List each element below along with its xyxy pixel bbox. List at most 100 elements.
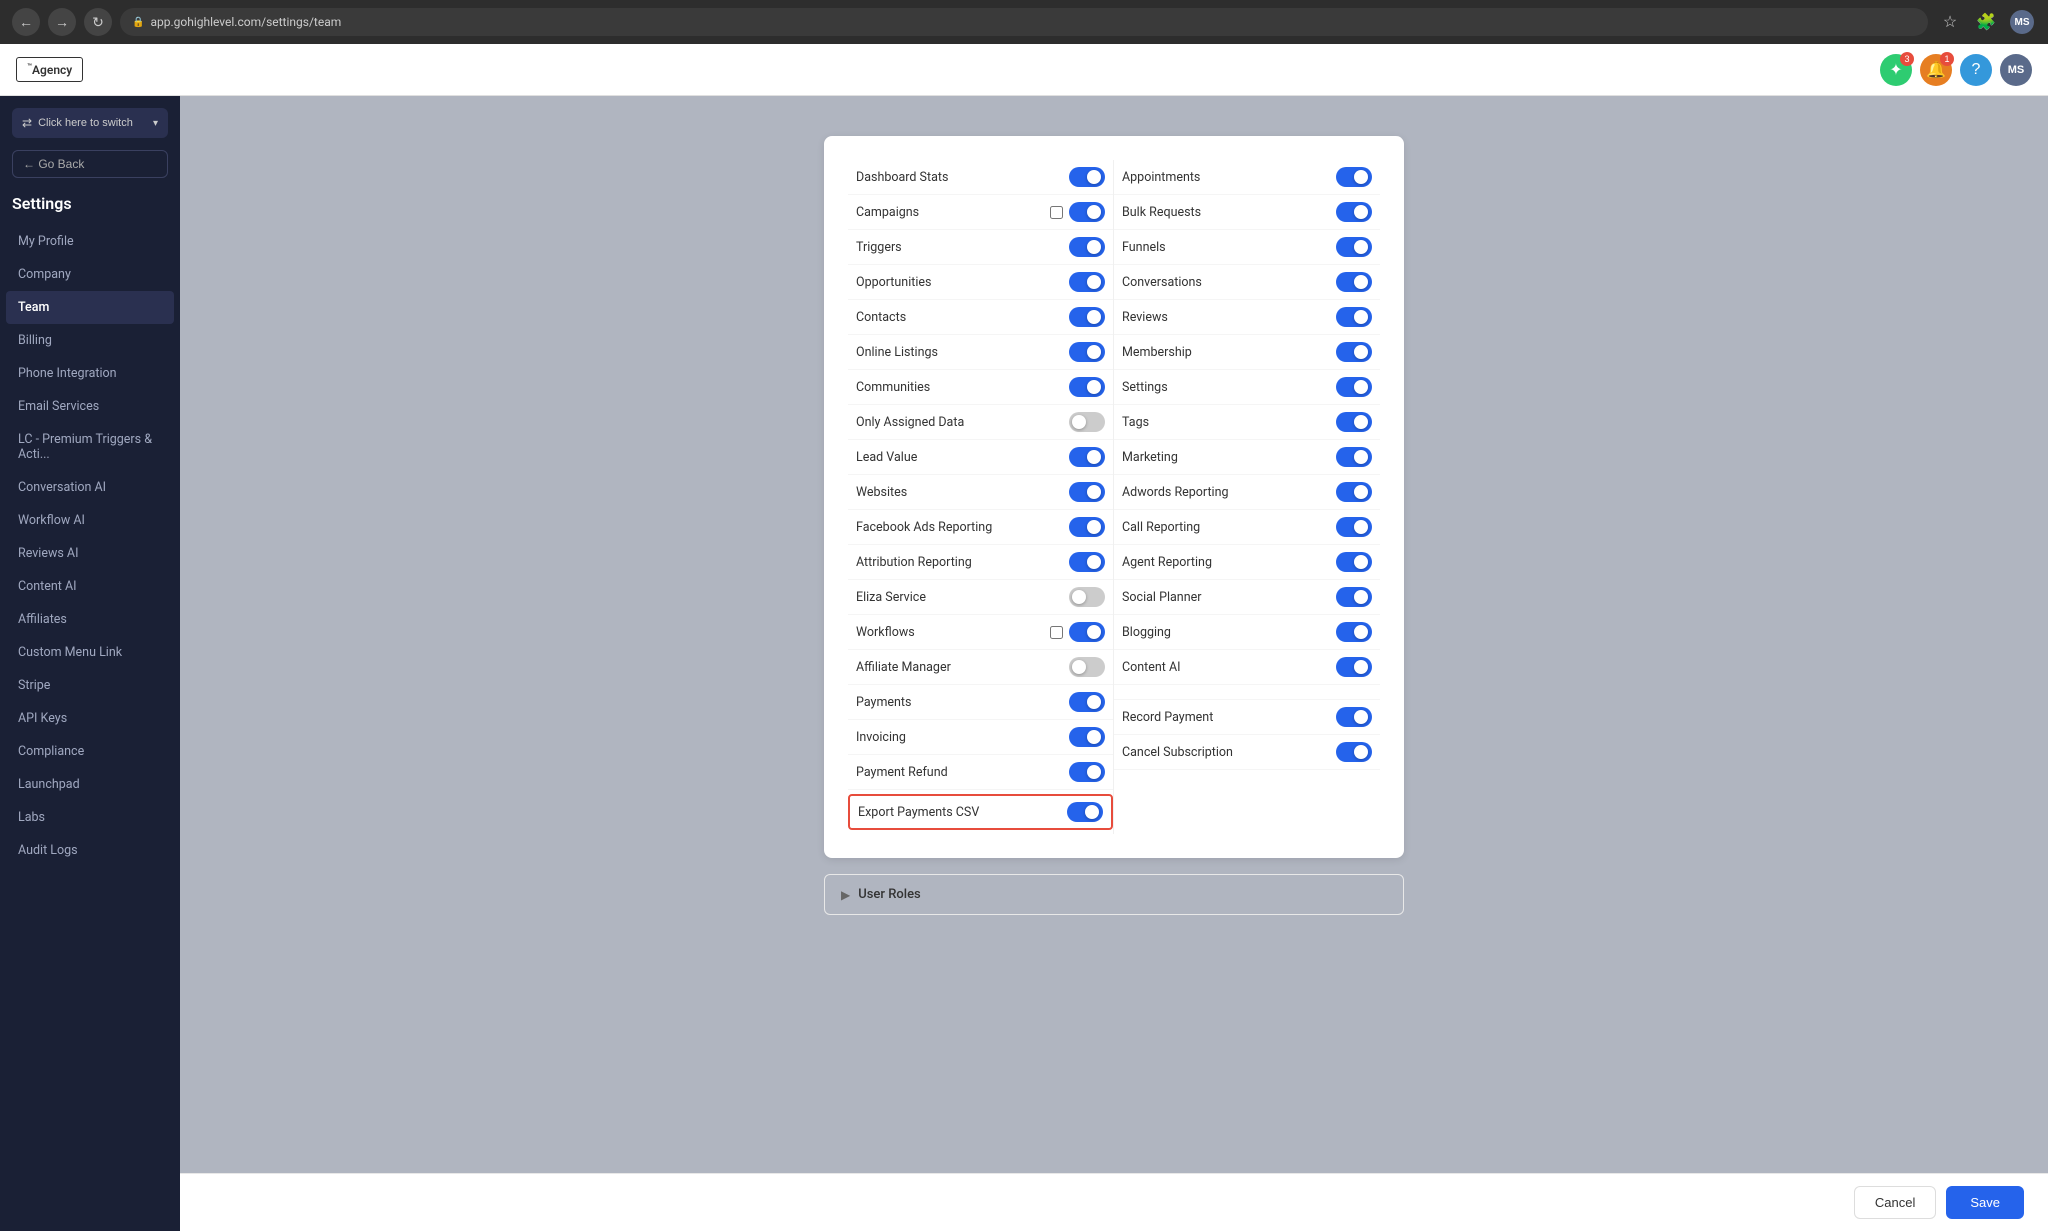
toggle-switch[interactable] xyxy=(1069,412,1105,432)
extensions-button[interactable]: 🧩 xyxy=(1972,8,2000,36)
toggle-switch[interactable] xyxy=(1069,552,1105,572)
permission-label: Communities xyxy=(856,380,930,395)
permission-row: Facebook Ads Reporting xyxy=(848,510,1113,545)
permission-label: Record Payment xyxy=(1122,710,1213,725)
permission-row: Affiliate Manager xyxy=(848,650,1113,685)
permission-row: Conversations xyxy=(1114,265,1380,300)
toggle-switch[interactable] xyxy=(1336,377,1372,397)
settings-title: Settings xyxy=(0,186,180,225)
toggle-switch[interactable] xyxy=(1069,237,1105,257)
toggle-switch[interactable] xyxy=(1069,447,1105,467)
top-bar: ™Agency ✦ 3 🔔 1 ? MS xyxy=(0,44,2048,96)
toggle-switch[interactable] xyxy=(1336,552,1372,572)
toggle-switch[interactable] xyxy=(1336,482,1372,502)
sidebar-item-api-keys[interactable]: API Keys xyxy=(6,702,174,735)
orange-badge: 1 xyxy=(1940,52,1954,66)
sidebar-item-launchpad[interactable]: Launchpad xyxy=(6,768,174,801)
profile-button[interactable]: MS xyxy=(2008,8,2036,36)
switch-label: Click here to switch xyxy=(38,117,133,129)
permission-right xyxy=(1069,342,1105,362)
toggle-switch[interactable] xyxy=(1336,622,1372,642)
toggle-switch[interactable] xyxy=(1336,742,1372,762)
sidebar-item-billing[interactable]: Billing xyxy=(6,324,174,357)
toggle-switch[interactable] xyxy=(1336,202,1372,222)
url-bar[interactable]: 🔒 app.gohighlevel.com/settings/team xyxy=(120,8,1928,36)
sidebar-item-team[interactable]: Team xyxy=(6,291,174,324)
user-roles-section[interactable]: ▶ User Roles xyxy=(824,874,1404,915)
sidebar-item-compliance[interactable]: Compliance xyxy=(6,735,174,768)
toggle-switch[interactable] xyxy=(1336,342,1372,362)
toggle-switch[interactable] xyxy=(1069,342,1105,362)
toggle-switch[interactable] xyxy=(1069,692,1105,712)
sidebar-item-labs[interactable]: Labs xyxy=(6,801,174,834)
save-button[interactable]: Save xyxy=(1946,1186,2024,1219)
sidebar-item-stripe[interactable]: Stripe xyxy=(6,669,174,702)
notification-orange-button[interactable]: 🔔 1 xyxy=(1920,54,1952,86)
cancel-button[interactable]: Cancel xyxy=(1854,1186,1936,1219)
toggle-switch[interactable] xyxy=(1336,167,1372,187)
toggle-switch[interactable] xyxy=(1069,272,1105,292)
toggle-switch[interactable] xyxy=(1069,377,1105,397)
sidebar-item-audit-logs[interactable]: Audit Logs xyxy=(6,834,174,867)
permission-label: Content AI xyxy=(1122,660,1181,675)
toggle-switch[interactable] xyxy=(1069,587,1105,607)
sidebar-item-workflow-ai[interactable]: Workflow AI xyxy=(6,504,174,537)
toggle-switch[interactable] xyxy=(1336,657,1372,677)
toggle-switch[interactable] xyxy=(1069,202,1105,222)
permission-row: Triggers xyxy=(848,230,1113,265)
permission-row: Tags xyxy=(1114,405,1380,440)
toggle-switch[interactable] xyxy=(1069,762,1105,782)
go-back-button[interactable]: ← Go Back xyxy=(12,150,168,178)
forward-button[interactable]: → xyxy=(48,8,76,36)
permission-checkbox[interactable] xyxy=(1050,206,1063,219)
sidebar-item-company[interactable]: Company xyxy=(6,258,174,291)
toggle-switch[interactable] xyxy=(1336,307,1372,327)
toggle-switch[interactable] xyxy=(1069,622,1105,642)
toggle-switch[interactable] xyxy=(1069,517,1105,537)
chevron-down-icon: ▾ xyxy=(153,118,158,129)
permissions-card: Dashboard StatsCampaignsTriggersOpportun… xyxy=(824,136,1404,858)
toggle-switch[interactable] xyxy=(1336,412,1372,432)
permission-label: Agent Reporting xyxy=(1122,555,1212,570)
sidebar: ⇄ Click here to switch ▾ ← Go Back Setti… xyxy=(0,96,180,1231)
permission-right xyxy=(1069,237,1105,257)
back-button[interactable]: ← xyxy=(12,8,40,36)
refresh-button[interactable]: ↻ xyxy=(84,8,112,36)
sidebar-item-custom-menu-link[interactable]: Custom Menu Link xyxy=(6,636,174,669)
permission-label: Affiliate Manager xyxy=(856,660,951,675)
sidebar-item-lc---premium-triggers---acti---[interactable]: LC - Premium Triggers & Acti... xyxy=(6,423,174,471)
agency-logo: ™Agency xyxy=(16,57,83,82)
sidebar-item-affiliates[interactable]: Affiliates xyxy=(6,603,174,636)
notification-green-button[interactable]: ✦ 3 xyxy=(1880,54,1912,86)
switch-button[interactable]: ⇄ Click here to switch ▾ xyxy=(12,108,168,138)
sidebar-item-conversation-ai[interactable]: Conversation AI xyxy=(6,471,174,504)
sidebar-item-reviews-ai[interactable]: Reviews AI xyxy=(6,537,174,570)
browser-bar: ← → ↻ 🔒 app.gohighlevel.com/settings/tea… xyxy=(0,0,2048,44)
left-column: Dashboard StatsCampaignsTriggersOpportun… xyxy=(848,160,1114,834)
toggle-switch[interactable] xyxy=(1069,307,1105,327)
sidebar-item-email-services[interactable]: Email Services xyxy=(6,390,174,423)
permission-label: Online Listings xyxy=(856,345,938,360)
permission-label: Funnels xyxy=(1122,240,1166,255)
toggle-switch[interactable] xyxy=(1069,657,1105,677)
toggle-switch[interactable] xyxy=(1067,802,1103,822)
sidebar-item-phone-integration[interactable]: Phone Integration xyxy=(6,357,174,390)
sidebar-item-my-profile[interactable]: My Profile xyxy=(6,225,174,258)
toggle-switch[interactable] xyxy=(1336,517,1372,537)
toggle-switch[interactable] xyxy=(1336,587,1372,607)
permission-row: Call Reporting xyxy=(1114,510,1380,545)
toggle-switch[interactable] xyxy=(1336,447,1372,467)
permission-checkbox[interactable] xyxy=(1050,626,1063,639)
user-avatar[interactable]: MS xyxy=(2000,54,2032,86)
toggle-switch[interactable] xyxy=(1069,482,1105,502)
toggle-switch[interactable] xyxy=(1069,167,1105,187)
permission-row: Websites xyxy=(848,475,1113,510)
help-button[interactable]: ? xyxy=(1960,54,1992,86)
toggle-switch[interactable] xyxy=(1336,272,1372,292)
permission-row: Opportunities xyxy=(848,265,1113,300)
sidebar-item-content-ai[interactable]: Content AI xyxy=(6,570,174,603)
toggle-switch[interactable] xyxy=(1336,237,1372,257)
bookmark-button[interactable]: ☆ xyxy=(1936,8,1964,36)
toggle-switch[interactable] xyxy=(1069,727,1105,747)
toggle-switch[interactable] xyxy=(1336,707,1372,727)
